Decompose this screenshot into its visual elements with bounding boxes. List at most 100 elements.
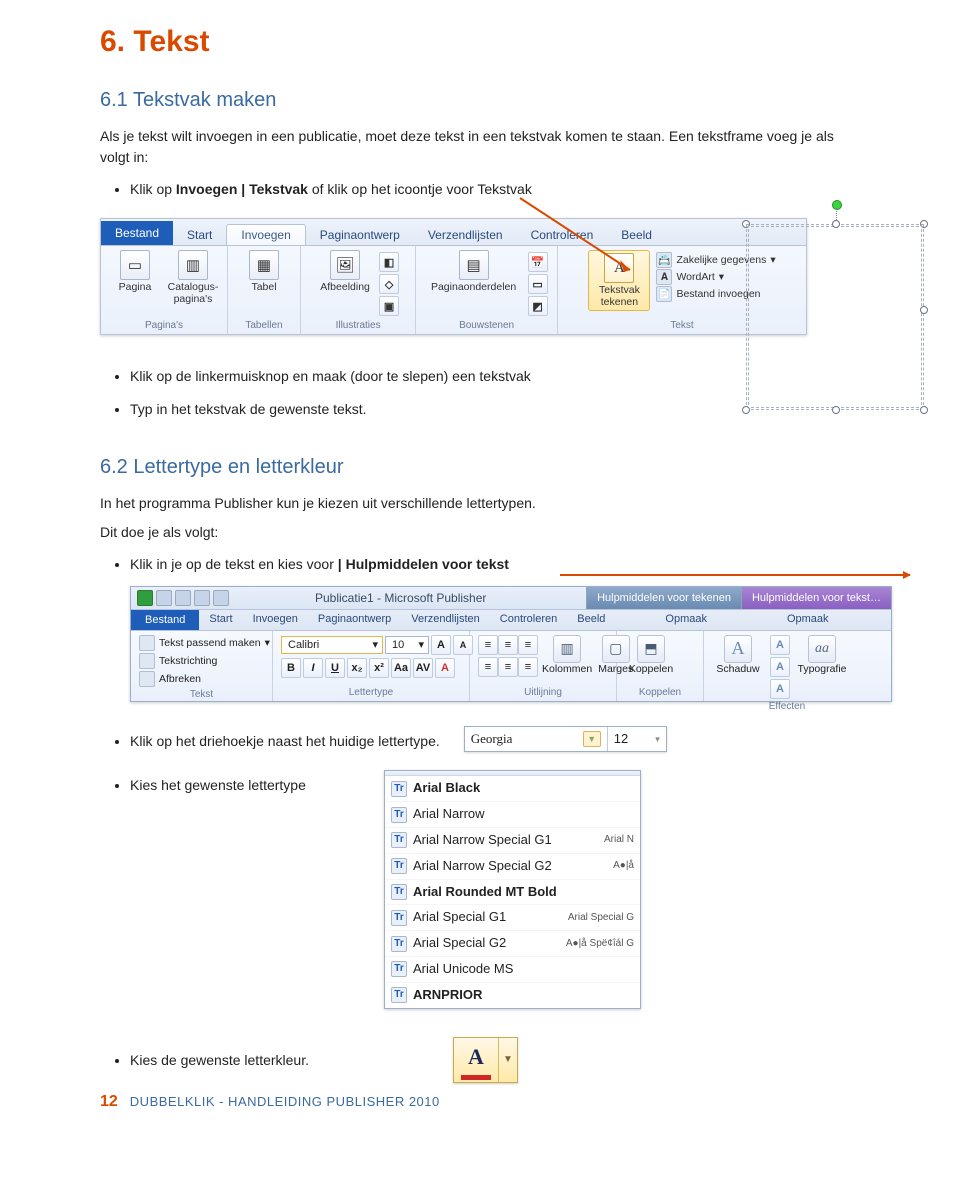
spacing-button[interactable]: AV [413, 658, 433, 678]
emboss-a-button[interactable]: A [770, 679, 790, 699]
font-sample: Arial Special G [568, 910, 634, 926]
font-list-item[interactable]: TrArial Narrow Special G1Arial N [385, 828, 640, 854]
tab-paginaontwerp[interactable]: Paginaontwerp [308, 610, 401, 630]
align-bottom-button[interactable]: ≡ [518, 657, 538, 677]
font-size-selector[interactable]: 10▾ [385, 636, 429, 654]
truetype-icon: Tr [391, 832, 407, 848]
font-list-item[interactable]: TrArial Special G2A●|å Spë¢îál G [385, 931, 640, 957]
tab-controleren[interactable]: Controleren [517, 225, 608, 245]
textbox-preview [740, 206, 930, 416]
qat-redo-icon[interactable] [194, 590, 210, 606]
footer-text: DUBBELKLIK - HANDLEIDING PUBLISHER 2010 [130, 1094, 440, 1109]
group-bouwstenen-label: Bouwstenen [424, 318, 549, 334]
align-top-button[interactable]: ≡ [478, 657, 498, 677]
font-list-item[interactable]: TrArial Rounded MT Bold [385, 880, 640, 906]
page-number: 12 [100, 1093, 118, 1111]
qat-more-icon[interactable] [213, 590, 229, 606]
font-list-item[interactable]: TrArial Narrow Special G2A●|å [385, 854, 640, 880]
shapes-icon[interactable]: ◇ [379, 274, 399, 294]
group-koppelen-label: Koppelen [625, 685, 695, 701]
group-uitlijning-label: Uitlijning [478, 685, 608, 701]
outline-a-button[interactable]: A [770, 635, 790, 655]
paginaonderdelen-button[interactable]: ▤Paginaonderdelen [426, 250, 522, 294]
tab-bestand[interactable]: Bestand [101, 221, 173, 245]
afbreken-button[interactable]: Afbreken [139, 671, 201, 687]
typografie-button[interactable]: aaTypografie [796, 635, 848, 675]
tab-beeld[interactable]: Beeld [607, 225, 666, 245]
context-tab-tekst[interactable]: Hulpmiddelen voor tekst… [741, 587, 891, 609]
bold-button[interactable]: B [281, 658, 301, 678]
afbeelding-button[interactable]: 🖼Afbeelding [317, 250, 373, 294]
font-name-size-selector[interactable]: Georgia▼ 12▾ [464, 726, 667, 753]
strike-button[interactable]: x₂ [347, 658, 367, 678]
chevron-down-icon: ▾ [418, 638, 424, 651]
tekstvak-tekenen-button[interactable]: A Tekstvak tekenen [588, 250, 650, 311]
schaduw-button[interactable]: ASchaduw [712, 635, 764, 675]
tab-verzendlijsten[interactable]: Verzendlijsten [401, 610, 490, 630]
tab-opmaak-tekst[interactable]: Opmaak [777, 610, 839, 630]
font-list-item[interactable]: TrArial Narrow [385, 802, 640, 828]
tekstrichting-button[interactable]: Tekstrichting [139, 653, 217, 669]
image-icon: 🖼 [330, 250, 360, 280]
font-dropdown[interactable]: TrArial BlackTrArial NarrowTrArial Narro… [384, 770, 641, 1008]
font-item-name: Arial Narrow Special G2 [413, 856, 552, 877]
ribbon-invoegen: Bestand Start Invoegen Paginaontwerp Ver… [100, 218, 807, 335]
tabel-button[interactable]: ▦Tabel [236, 250, 292, 294]
pagina-button[interactable]: ▭Pagina [109, 250, 161, 294]
tab-start[interactable]: Start [173, 225, 226, 245]
group-illustraties-label: Illustraties [309, 318, 407, 334]
superscript-button[interactable]: x² [369, 658, 389, 678]
group-paginas-label: Pagina's [109, 318, 219, 334]
truetype-icon: Tr [391, 858, 407, 874]
grow-font-button[interactable]: A [431, 635, 451, 655]
font-list-item[interactable]: TrArial Black [385, 776, 640, 802]
align-right-button[interactable]: ≡ [518, 635, 538, 655]
section-6-2-bullet-2: Klik op het driehoekje naast het huidige… [130, 726, 860, 753]
qat-undo-icon[interactable] [175, 590, 191, 606]
font-list-item[interactable]: TrArial Special G1Arial Special G [385, 905, 640, 931]
callout-arrow [560, 574, 910, 576]
group-tabellen-label: Tabellen [236, 318, 292, 334]
border-icon[interactable]: ▭ [528, 274, 548, 294]
tab-paginaontwerp[interactable]: Paginaontwerp [306, 225, 414, 245]
koppelen-button[interactable]: ⬒Koppelen [625, 635, 677, 675]
truetype-icon: Tr [391, 884, 407, 900]
kolommen-button[interactable]: ▥Kolommen [542, 635, 592, 675]
ad-icon[interactable]: ◩ [528, 296, 548, 316]
truetype-icon: Tr [391, 807, 407, 823]
underline-button[interactable]: U [325, 658, 345, 678]
text-direction-icon [139, 653, 155, 669]
tab-invoegen[interactable]: Invoegen [226, 224, 305, 245]
font-list-item[interactable]: TrArial Unicode MS [385, 957, 640, 983]
align-left-button[interactable]: ≡ [478, 635, 498, 655]
italic-button[interactable]: I [303, 658, 323, 678]
tekst-passend-button[interactable]: Tekst passend maken ▾ [139, 635, 270, 651]
catalog-icon: ▥ [178, 250, 208, 280]
engrave-a-button[interactable]: A [770, 657, 790, 677]
tab-invoegen[interactable]: Invoegen [243, 610, 308, 630]
align-middle-button[interactable]: ≡ [498, 657, 518, 677]
table-icon: ▦ [249, 250, 279, 280]
truetype-icon: Tr [391, 936, 407, 952]
tab-start[interactable]: Start [199, 610, 242, 630]
placeholder-icon[interactable]: ▣ [379, 296, 399, 316]
color-bar-indicator [461, 1075, 491, 1080]
case-button[interactable]: Aa [391, 658, 411, 678]
calendar-icon[interactable]: 📅 [528, 252, 548, 272]
tab-bestand[interactable]: Bestand [131, 610, 199, 630]
context-tab-tekenen[interactable]: Hulpmiddelen voor tekenen [586, 587, 741, 609]
tab-opmaak-tekenen[interactable]: Opmaak [655, 610, 717, 630]
letter-A-icon: A [468, 1039, 484, 1074]
font-selector[interactable]: Calibri▾ [281, 636, 383, 654]
qat-save-icon[interactable] [156, 590, 172, 606]
clipart-icon[interactable]: ◧ [379, 252, 399, 272]
tab-verzendlijsten[interactable]: Verzendlijsten [414, 225, 517, 245]
business-icon: 📇 [656, 252, 672, 268]
font-color-button[interactable]: A ▼ [453, 1037, 518, 1083]
tab-beeld[interactable]: Beeld [567, 610, 615, 630]
font-list-item[interactable]: TrARNPRIOR [385, 983, 640, 1008]
catalogus-button[interactable]: ▥Catalogus- pagina's [167, 250, 219, 305]
align-center-button[interactable]: ≡ [498, 635, 518, 655]
tab-controleren[interactable]: Controleren [490, 610, 567, 630]
clear-format-button[interactable]: A [435, 658, 455, 678]
